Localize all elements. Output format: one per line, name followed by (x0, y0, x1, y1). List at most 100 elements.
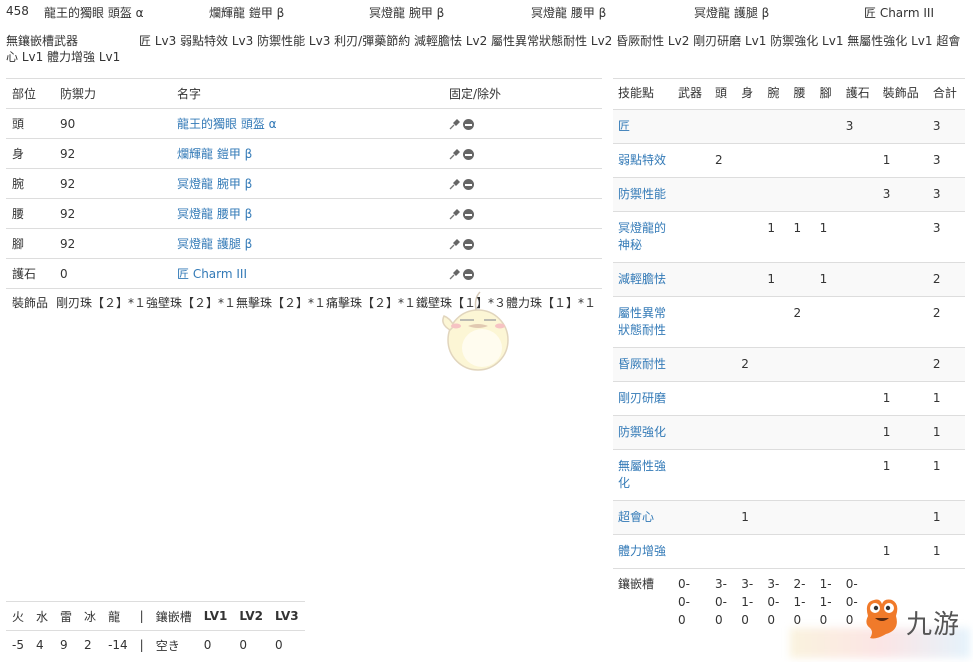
skill-point-cell (814, 381, 841, 416)
resistance-values-row: -5 4 9 2 -14 | 空き 0 0 0 (6, 630, 305, 659)
skill-point-cell: 3 (927, 109, 965, 144)
skill-point-cell (673, 262, 711, 297)
skill-col-header: 頭 (710, 78, 737, 110)
equipment-name-link[interactable]: 冥燈龍 腰甲 β (177, 207, 252, 221)
skill-col-header: 技能點 (613, 78, 673, 110)
skill-name-link[interactable]: 體力增強 (618, 544, 666, 558)
resistance-header: 火 (6, 601, 31, 631)
fix-exclude-cell (443, 198, 602, 229)
skill-point-cell (736, 296, 763, 348)
slot-config-cell: 2-1-0 (793, 577, 806, 627)
skill-point-cell: 1 (788, 211, 815, 263)
skill-name-link[interactable]: 屬性異常狀態耐性 (618, 306, 666, 337)
resistance-value: 4 (30, 630, 55, 659)
equipment-name-link[interactable]: 龍王的獨眼 頭盔 α (177, 117, 277, 131)
skill-name-link[interactable]: 冥燈龍的神秘 (618, 221, 666, 252)
skill-point-cell (673, 296, 711, 348)
skill-name-link[interactable]: 匠 (618, 119, 630, 133)
minus-circle-icon[interactable] (463, 118, 474, 130)
skill-point-cell (710, 296, 737, 348)
skill-point-cell: 3 (840, 109, 878, 144)
skills-text: 匠 Lv3 弱點特效 Lv3 防禦性能 Lv3 利刃/彈藥節約 減輕膽怯 Lv2… (6, 34, 961, 64)
skill-name-link[interactable]: 超會心 (618, 510, 654, 524)
skill-point-cell (736, 177, 763, 212)
pin-icon[interactable] (449, 268, 461, 280)
skill-point-cell (814, 415, 841, 450)
equipment-slot: 腰 (6, 198, 54, 229)
skill-point-cell (840, 449, 878, 501)
skill-point-cell (788, 347, 815, 382)
skill-point-cell: 1 (927, 534, 965, 569)
skill-point-cell (840, 211, 878, 263)
resistance-header: 水 (30, 601, 55, 631)
col-fix-exclude: 固定/除外 (443, 78, 602, 109)
minus-circle-icon[interactable] (463, 148, 474, 160)
skill-points-table: 技能點 武器頭身腕腰腳護石 裝飾品 合計 匠 3 3 弱點特效 2 1 3 防禦性能 3 3 冥燈龍的神秘… (613, 78, 965, 637)
jiuyou-mascot-icon (866, 599, 898, 639)
equipment-row: 護石 0 匠 Charm III (6, 258, 602, 289)
skill-point-cell: 2 (927, 262, 965, 297)
build-id: 458 (6, 4, 29, 18)
skill-point-cell (877, 347, 928, 382)
pin-icon[interactable] (449, 178, 461, 190)
resistance-value: -5 (6, 630, 31, 659)
skill-name-link[interactable]: 剛刃研磨 (618, 391, 666, 405)
resistance-header: LV1 (197, 601, 234, 631)
pin-icon[interactable] (449, 208, 461, 220)
skill-name-link[interactable]: 防禦強化 (618, 425, 666, 439)
decorations-label: 裝飾品 (12, 296, 49, 310)
resistance-value: 0 (197, 630, 234, 659)
skill-name-link[interactable]: 減輕膽怯 (618, 272, 666, 286)
skill-name-link[interactable]: 防禦性能 (618, 187, 666, 201)
fix-exclude-cell (443, 228, 602, 259)
pin-icon[interactable] (449, 148, 461, 160)
equipment-name-link[interactable]: 冥燈龍 腕甲 β (177, 177, 252, 191)
resistance-header: 雷 (54, 601, 79, 631)
skill-point-cell: 1 (814, 262, 841, 297)
resistance-header: LV2 (233, 601, 270, 631)
minus-circle-icon[interactable] (463, 268, 474, 280)
equipment-defense: 92 (54, 168, 171, 199)
skill-name-link[interactable]: 弱點特效 (618, 153, 666, 167)
skill-point-cell (788, 500, 815, 535)
summary-head: 龍王的獨眼 頭盔 α (44, 6, 144, 20)
pin-icon[interactable] (449, 238, 461, 250)
equipment-name-link[interactable]: 爛輝龍 鎧甲 β (177, 147, 252, 161)
skill-point-cell (788, 109, 815, 144)
skill-point-cell (673, 347, 711, 382)
skill-row: 無屬性強化 1 1 (613, 449, 965, 501)
skill-point-cell: 1 (877, 449, 928, 501)
skill-name-link[interactable]: 無屬性強化 (618, 459, 666, 490)
skill-point-cell (710, 500, 737, 535)
skill-point-cell (736, 262, 763, 297)
equipment-name-link[interactable]: 冥燈龍 護腿 β (177, 237, 252, 251)
equipment-name-link[interactable]: 匠 Charm III (177, 267, 247, 281)
skill-point-cell: 2 (788, 296, 815, 348)
skill-point-cell (736, 449, 763, 501)
skill-point-cell (814, 449, 841, 501)
slot-config-cell: 0-0-0 (678, 577, 690, 627)
pin-icon[interactable] (449, 118, 461, 130)
skill-point-cell (788, 143, 815, 178)
skill-point-cell (673, 109, 711, 144)
skill-col-header: 身 (736, 78, 763, 110)
skill-point-cell (762, 296, 789, 348)
skill-point-cell (788, 381, 815, 416)
minus-circle-icon[interactable] (463, 208, 474, 220)
minus-circle-icon[interactable] (463, 238, 474, 250)
skill-point-cell (840, 143, 878, 178)
skill-name-link[interactable]: 昏厥耐性 (618, 357, 666, 371)
equipment-slot: 腳 (6, 228, 54, 259)
resistance-value: -14 (102, 630, 134, 659)
skill-point-cell (736, 143, 763, 178)
slots-label: 鑲嵌槽 (613, 568, 673, 637)
skill-point-cell: 2 (736, 347, 763, 382)
skill-point-cell (736, 109, 763, 144)
skills-summary: 無鑲嵌槽武器匠 Lv3 弱點特效 Lv3 防禦性能 Lv3 利刃/彈藥節約 減輕… (6, 33, 966, 65)
slot-config-cell: 3-0-0 (715, 577, 728, 627)
skill-point-cell (840, 381, 878, 416)
skill-point-cell: 1 (762, 262, 789, 297)
minus-circle-icon[interactable] (463, 178, 474, 190)
fix-exclude-cell (443, 168, 602, 199)
col-name: 名字 (171, 78, 443, 109)
